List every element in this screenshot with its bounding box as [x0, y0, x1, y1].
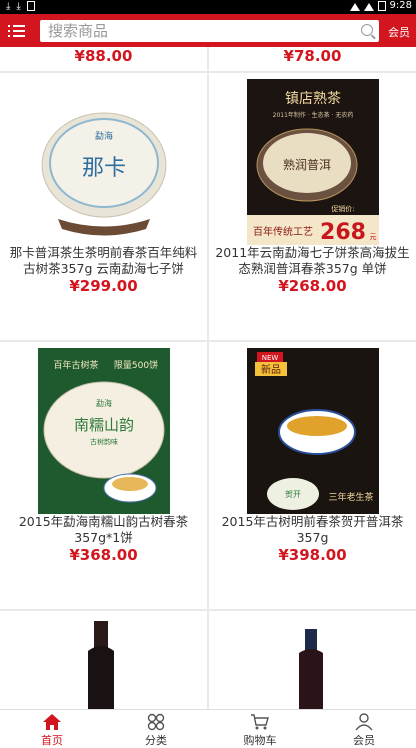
product-price: ¥368.00 — [69, 546, 138, 564]
svg-text:南糯山韵: 南糯山韵 — [73, 416, 133, 434]
svg-text:熟润普洱: 熟润普洱 — [282, 157, 330, 172]
svg-text:贺开: 贺开 — [285, 489, 301, 499]
svg-text:NEW: NEW — [261, 354, 278, 362]
product-image[interactable]: 勐海 那卡 — [37, 79, 170, 245]
svg-text:百年传统工艺: 百年传统工艺 — [253, 225, 313, 238]
category-icon — [147, 713, 165, 731]
product-card[interactable]: NEW 新品 贺开 三年老生茶 2015年古树明前春茶贺开普洱茶357g ¥39… — [209, 342, 416, 609]
product-image[interactable]: NEW 新品 贺开 三年老生茶 — [246, 348, 379, 514]
svg-text:268: 268 — [320, 220, 366, 245]
menu-icon[interactable] — [8, 22, 26, 38]
product-card[interactable]: 百年古树茶 限量500饼 勐海 南糯山韵 古树韵味 2015年勐海南糯山韵古树春… — [0, 342, 207, 609]
tab-label: 分类 — [145, 734, 167, 747]
svg-text:勐海: 勐海 — [96, 398, 112, 408]
tab-member[interactable]: 会员 — [312, 710, 416, 748]
status-bar: ⤓ ⤓ 9:28 — [0, 0, 416, 14]
clock: 9:28 — [389, 0, 412, 11]
product-card[interactable] — [0, 611, 207, 709]
product-price: ¥268.00 — [278, 277, 347, 295]
bottom-tab-bar: 首页 分类 购物车 会员 — [0, 709, 416, 748]
svg-text:2011年制作 · 生态茶 · 无农药: 2011年制作 · 生态茶 · 无农药 — [272, 111, 353, 119]
search-icon[interactable] — [361, 24, 373, 36]
battery-icon — [377, 0, 386, 11]
product-card[interactable]: ¥78.00 — [209, 47, 416, 71]
product-image[interactable]: 镇店熟茶 2011年制作 · 生态茶 · 无农药 熟润普洱 百年传统工艺 促销价… — [246, 79, 379, 245]
product-image[interactable] — [0, 611, 207, 709]
product-image[interactable] — [209, 611, 416, 709]
svg-text:那卡: 那卡 — [81, 156, 125, 181]
product-title: 2015年勐海南糯山韵古树春茶357g*1饼 — [18, 514, 189, 545]
svg-text:元: 元 — [369, 233, 376, 241]
svg-text:限量500饼: 限量500饼 — [113, 359, 157, 371]
product-title: 2011年云南勐海七子饼茶高海拔生态熟润普洱春茶357g 单饼 — [215, 245, 410, 276]
tab-category[interactable]: 分类 — [104, 710, 208, 748]
member-link[interactable]: 会员 — [388, 24, 410, 40]
svg-text:百年古树茶: 百年古树茶 — [53, 359, 98, 371]
product-price: ¥299.00 — [69, 277, 138, 295]
user-icon — [355, 713, 373, 731]
signal-icon — [363, 2, 374, 11]
cart-icon — [251, 714, 269, 730]
svg-text:古树韵味: 古树韵味 — [90, 437, 118, 446]
download-icon: ⤓ — [6, 1, 11, 12]
tab-label: 购物车 — [243, 734, 277, 747]
product-price: ¥88.00 — [74, 47, 133, 65]
product-image[interactable]: 百年古树茶 限量500饼 勐海 南糯山韵 古树韵味 — [37, 348, 170, 514]
svg-text:三年老生茶: 三年老生茶 — [328, 491, 373, 503]
svg-text:促销价:: 促销价: — [331, 204, 354, 213]
product-card[interactable]: ¥88.00 — [0, 47, 207, 71]
product-list[interactable]: ¥88.00 ¥78.00 勐海 那卡 那卡普洱茶生茶明前春茶百年纯料古树茶35… — [0, 47, 416, 709]
home-icon — [43, 714, 61, 730]
app-notification-icon — [26, 1, 35, 11]
tab-label: 首页 — [41, 734, 63, 747]
search-input[interactable] — [40, 20, 340, 42]
svg-text:勐海: 勐海 — [94, 130, 112, 142]
svg-text:新品: 新品 — [261, 363, 281, 376]
product-price: ¥78.00 — [283, 47, 342, 65]
wifi-icon — [349, 2, 360, 11]
tab-label: 会员 — [353, 734, 375, 747]
product-title: 那卡普洱茶生茶明前春茶百年纯料古树茶357g 云南勐海七子饼 — [9, 245, 198, 276]
product-card[interactable]: 勐海 那卡 那卡普洱茶生茶明前春茶百年纯料古树茶357g 云南勐海七子饼 ¥29… — [0, 73, 207, 340]
product-price: ¥398.00 — [278, 546, 347, 564]
search-bar[interactable] — [40, 20, 379, 42]
product-card[interactable]: 镇店熟茶 2011年制作 · 生态茶 · 无农药 熟润普洱 百年传统工艺 促销价… — [209, 73, 416, 340]
svg-text:镇店熟茶: 镇店熟茶 — [285, 91, 341, 107]
product-card[interactable] — [209, 611, 416, 709]
product-title: 2015年古树明前春茶贺开普洱茶357g — [221, 514, 404, 545]
tab-cart[interactable]: 购物车 — [208, 710, 312, 748]
tab-home[interactable]: 首页 — [0, 710, 104, 748]
top-header: 会员 — [0, 14, 416, 47]
download-icon: ⤓ — [16, 1, 21, 12]
